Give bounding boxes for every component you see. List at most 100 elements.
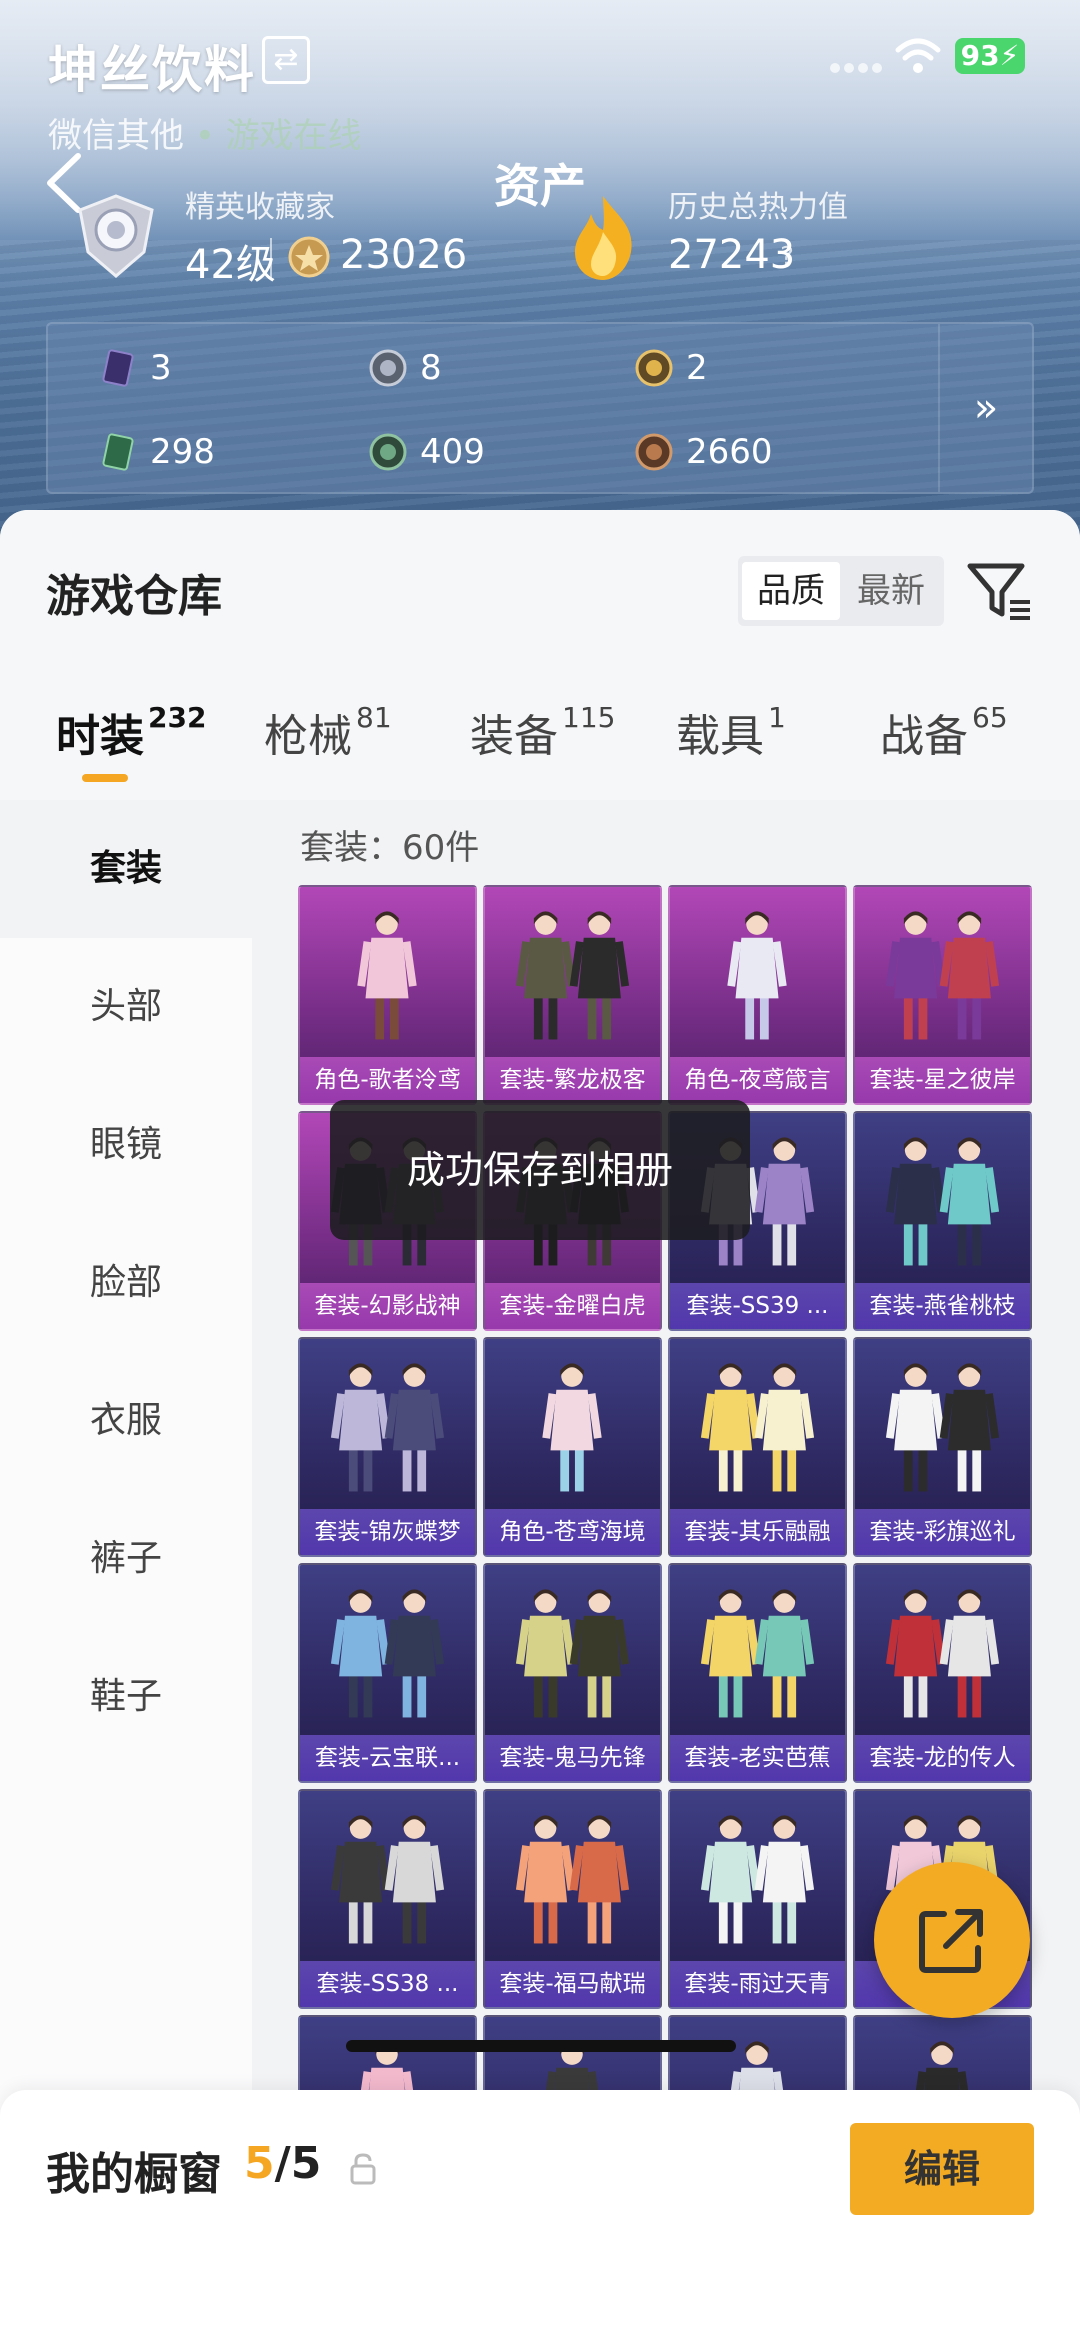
item-name: 套装-繁龙极客: [485, 1057, 660, 1103]
tab-supplies[interactable]: 战备 65: [880, 700, 1008, 764]
item-card[interactable]: 套装-鬼马先锋: [483, 1563, 662, 1783]
showcase-count: 5/5: [244, 2138, 321, 2189]
stat-value: 2: [686, 348, 708, 388]
divider: [270, 238, 272, 278]
help-icon[interactable]: ?: [770, 240, 804, 274]
medal-silver-icon: [369, 349, 407, 387]
battery-level: 93: [960, 39, 1000, 72]
tab-label: 枪械: [264, 711, 352, 762]
flame-icon: [575, 196, 632, 280]
sort-latest-button[interactable]: 最新: [842, 562, 940, 620]
item-name: 角色-夜鸢箴言: [670, 1057, 845, 1103]
item-name: 套装-SS39 ...: [670, 1283, 845, 1329]
showcase-label: 我的橱窗: [46, 2149, 222, 2200]
item-name: 套装-SS38 ...: [300, 1961, 475, 2007]
medal-bronze-icon: [635, 433, 673, 471]
item-card[interactable]: 套装-龙的传人: [853, 1563, 1032, 1783]
tab-count: 1: [768, 701, 786, 735]
stats-panel: 3 8 2 298 409 2660 »: [46, 322, 1034, 494]
item-card[interactable]: 套装-SS38 ...: [298, 1789, 477, 2009]
outfit-figure: [700, 1589, 815, 1718]
outfit-figure: [515, 911, 630, 1040]
item-card[interactable]: 角色-苍鸢海境: [483, 1337, 662, 1557]
item-card[interactable]: 套装-燕雀桃枝: [853, 1111, 1032, 1331]
stat-value: 3: [150, 348, 172, 388]
asset-header: 坤丝饮料 ⇄ 微信其他 • 游戏在线 93⚡ 资产 精英收藏家 42级 2302…: [0, 0, 1080, 540]
item-card[interactable]: 套装-彩旗巡礼: [853, 1337, 1032, 1557]
share-icon: [919, 1909, 983, 1973]
tab-label: 装备: [470, 711, 558, 762]
showcase-current: 5: [244, 2138, 275, 2189]
item-name: 套装-彩旗巡礼: [855, 1509, 1030, 1555]
item-name: 套装-雨过天青: [670, 1961, 845, 2007]
side-item-face[interactable]: 脸部: [0, 1214, 252, 1352]
rank-title: 精英收藏家: [185, 190, 335, 225]
share-button[interactable]: [874, 1862, 1030, 2018]
item-card[interactable]: 套装-星之彼岸: [853, 885, 1032, 1105]
switch-account-icon[interactable]: ⇄: [262, 36, 310, 84]
side-item-pants[interactable]: 裤子: [0, 1490, 252, 1628]
edit-button[interactable]: 编辑: [850, 2123, 1034, 2215]
item-card[interactable]: 套装-雨过天青: [668, 1789, 847, 2009]
item-card[interactable]: 角色-夜鸢箴言: [668, 885, 847, 1105]
side-item-sets[interactable]: 套装: [0, 800, 252, 938]
side-item-head[interactable]: 头部: [0, 938, 252, 1076]
item-card[interactable]: 套装-云宝联...: [298, 1563, 477, 1783]
tab-label: 载具: [676, 711, 764, 762]
warehouse-sheet: 游戏仓库 品质 最新 时装 232 枪械 81 装备 115 载具 1 战备 65 套装 …: [0, 510, 1080, 2339]
tab-label: 战备: [880, 711, 968, 762]
card-purple-icon: [102, 349, 134, 387]
tab-fashion[interactable]: 时装 232: [56, 700, 206, 764]
item-name: 套装-星之彼岸: [855, 1057, 1030, 1103]
item-name: 套装-鬼马先锋: [485, 1735, 660, 1781]
tab-equipment[interactable]: 装备 115: [470, 700, 615, 764]
item-card[interactable]: 套装-老实芭蕉: [668, 1563, 847, 1783]
outfit-figure: [727, 911, 787, 1040]
battery-indicator: 93⚡: [955, 38, 1025, 74]
home-indicator[interactable]: [346, 2040, 736, 2052]
stats-more-button[interactable]: »: [938, 324, 1032, 492]
side-item-shoes[interactable]: 鞋子: [0, 1628, 252, 1766]
page-title: 资产: [494, 159, 586, 213]
outfit-figure: [357, 911, 417, 1040]
item-name: 角色-歌者泠鸢: [300, 1057, 475, 1103]
toast-message: 成功保存到相册: [330, 1100, 750, 1240]
tab-weapons[interactable]: 枪械 81: [264, 700, 392, 764]
item-name: 套装-锦灰蝶梦: [300, 1509, 475, 1555]
tab-indicator: [82, 774, 128, 782]
rank-level: 42级: [185, 242, 276, 288]
sort-quality-button[interactable]: 品质: [742, 562, 840, 620]
tab-count: 232: [148, 701, 207, 735]
tab-vehicles[interactable]: 载具 1: [676, 700, 786, 764]
stat-value: 298: [150, 432, 215, 472]
item-card[interactable]: 套装-繁龙极客: [483, 885, 662, 1105]
showcase-bar: 我的橱窗 5/5 编辑: [0, 2090, 1080, 2339]
item-name: 套装-金曜白虎: [485, 1283, 660, 1329]
rank-badge-icon: [78, 194, 154, 278]
tab-count: 115: [562, 701, 616, 735]
outfit-figure: [515, 1815, 630, 1944]
outfit-figure: [885, 1363, 1000, 1492]
tab-label: 时装: [56, 711, 144, 762]
stat-value: 8: [420, 348, 442, 388]
warehouse-header: 游戏仓库 品质 最新 时装 232 枪械 81 装备 115 载具 1 战备 65: [0, 510, 1080, 800]
item-card[interactable]: 套装-其乐融融: [668, 1337, 847, 1557]
item-card[interactable]: 角色-歌者泠鸢: [298, 885, 477, 1105]
warehouse-title: 游戏仓库: [46, 571, 222, 622]
item-name: 套装-幻影战神: [300, 1283, 475, 1329]
outfit-figure: [515, 1589, 630, 1718]
outfit-figure: [330, 1815, 445, 1944]
outfit-figure: [700, 1363, 815, 1492]
side-item-clothes[interactable]: 衣服: [0, 1352, 252, 1490]
item-card[interactable]: 套装-锦灰蝶梦: [298, 1337, 477, 1557]
outfit-figure: [885, 911, 1000, 1040]
medal-gold-icon: [635, 349, 673, 387]
medal-green-icon: [369, 433, 407, 471]
stat-value: 409: [420, 432, 485, 472]
filter-icon[interactable]: [966, 560, 1034, 624]
lock-icon: [350, 2153, 376, 2185]
item-name: 套装-云宝联...: [300, 1735, 475, 1781]
wifi-icon: [895, 38, 941, 73]
side-item-glasses[interactable]: 眼镜: [0, 1076, 252, 1214]
item-card[interactable]: 套装-福马献瑞: [483, 1789, 662, 2009]
